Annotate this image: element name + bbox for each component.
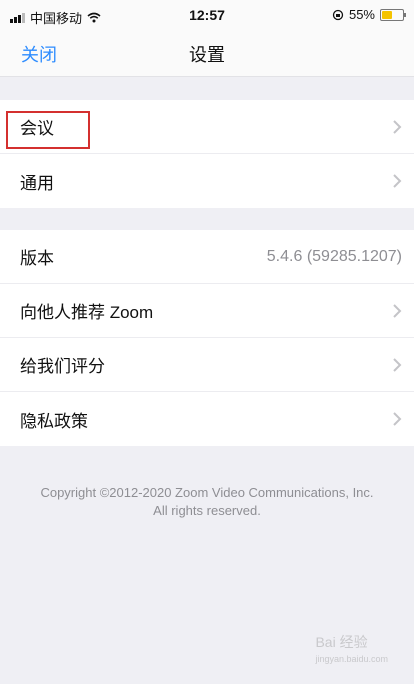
settings-screen: 中国移动 12:57 55% 关闭 设置 会议 通用 版本 5.4.6 (592… (0, 0, 414, 684)
settings-item-label: 给我们评分 (20, 357, 105, 376)
settings-group-about: 版本 5.4.6 (59285.1207) 向他人推荐 Zoom 给我们评分 隐… (0, 230, 414, 446)
chevron-right-icon (393, 412, 402, 426)
chevron-right-icon (393, 174, 402, 188)
lock-rotation-icon (332, 9, 344, 20)
navigation-bar: 关闭 设置 (0, 30, 414, 77)
settings-item-label: 向他人推荐 Zoom (20, 303, 154, 322)
battery-percent: 55% (348, 7, 375, 22)
page-title: 设置 (189, 45, 225, 65)
settings-item-label: 会议 (20, 119, 54, 138)
chevron-right-icon (393, 120, 402, 134)
status-bar: 中国移动 12:57 55% (0, 0, 414, 30)
watermark-url: jingyan.baidu.com (315, 654, 388, 664)
settings-item-version: 版本 5.4.6 (59285.1207) (0, 230, 414, 284)
settings-item-recommend[interactable]: 向他人推荐 Zoom (0, 284, 414, 338)
settings-item-meeting[interactable]: 会议 (0, 100, 414, 154)
chevron-right-icon (393, 358, 402, 372)
battery-icon (380, 8, 406, 21)
version-value: 5.4.6 (59285.1207) (266, 247, 402, 265)
copyright-line: All rights reserved. (153, 503, 261, 518)
settings-group-main: 会议 通用 (0, 100, 414, 208)
settings-item-label: 隐私政策 (20, 411, 88, 431)
settings-item-label: 通用 (20, 173, 54, 193)
copyright-text: Copyright ©2012-2020 Zoom Video Communic… (0, 484, 414, 520)
chevron-right-icon (393, 304, 402, 318)
settings-item-rate[interactable]: 给我们评分 (0, 338, 414, 392)
settings-item-label: 版本 (20, 249, 54, 268)
status-right: 55% (332, 7, 406, 22)
settings-item-privacy[interactable]: 隐私政策 (0, 392, 414, 446)
watermark: Bai 经验 jingyan.baidu.com (315, 632, 388, 664)
settings-item-general[interactable]: 通用 (0, 154, 414, 208)
copyright-line: Copyright ©2012-2020 Zoom Video Communic… (40, 485, 374, 500)
watermark-brand: Bai 经验 (315, 634, 368, 650)
